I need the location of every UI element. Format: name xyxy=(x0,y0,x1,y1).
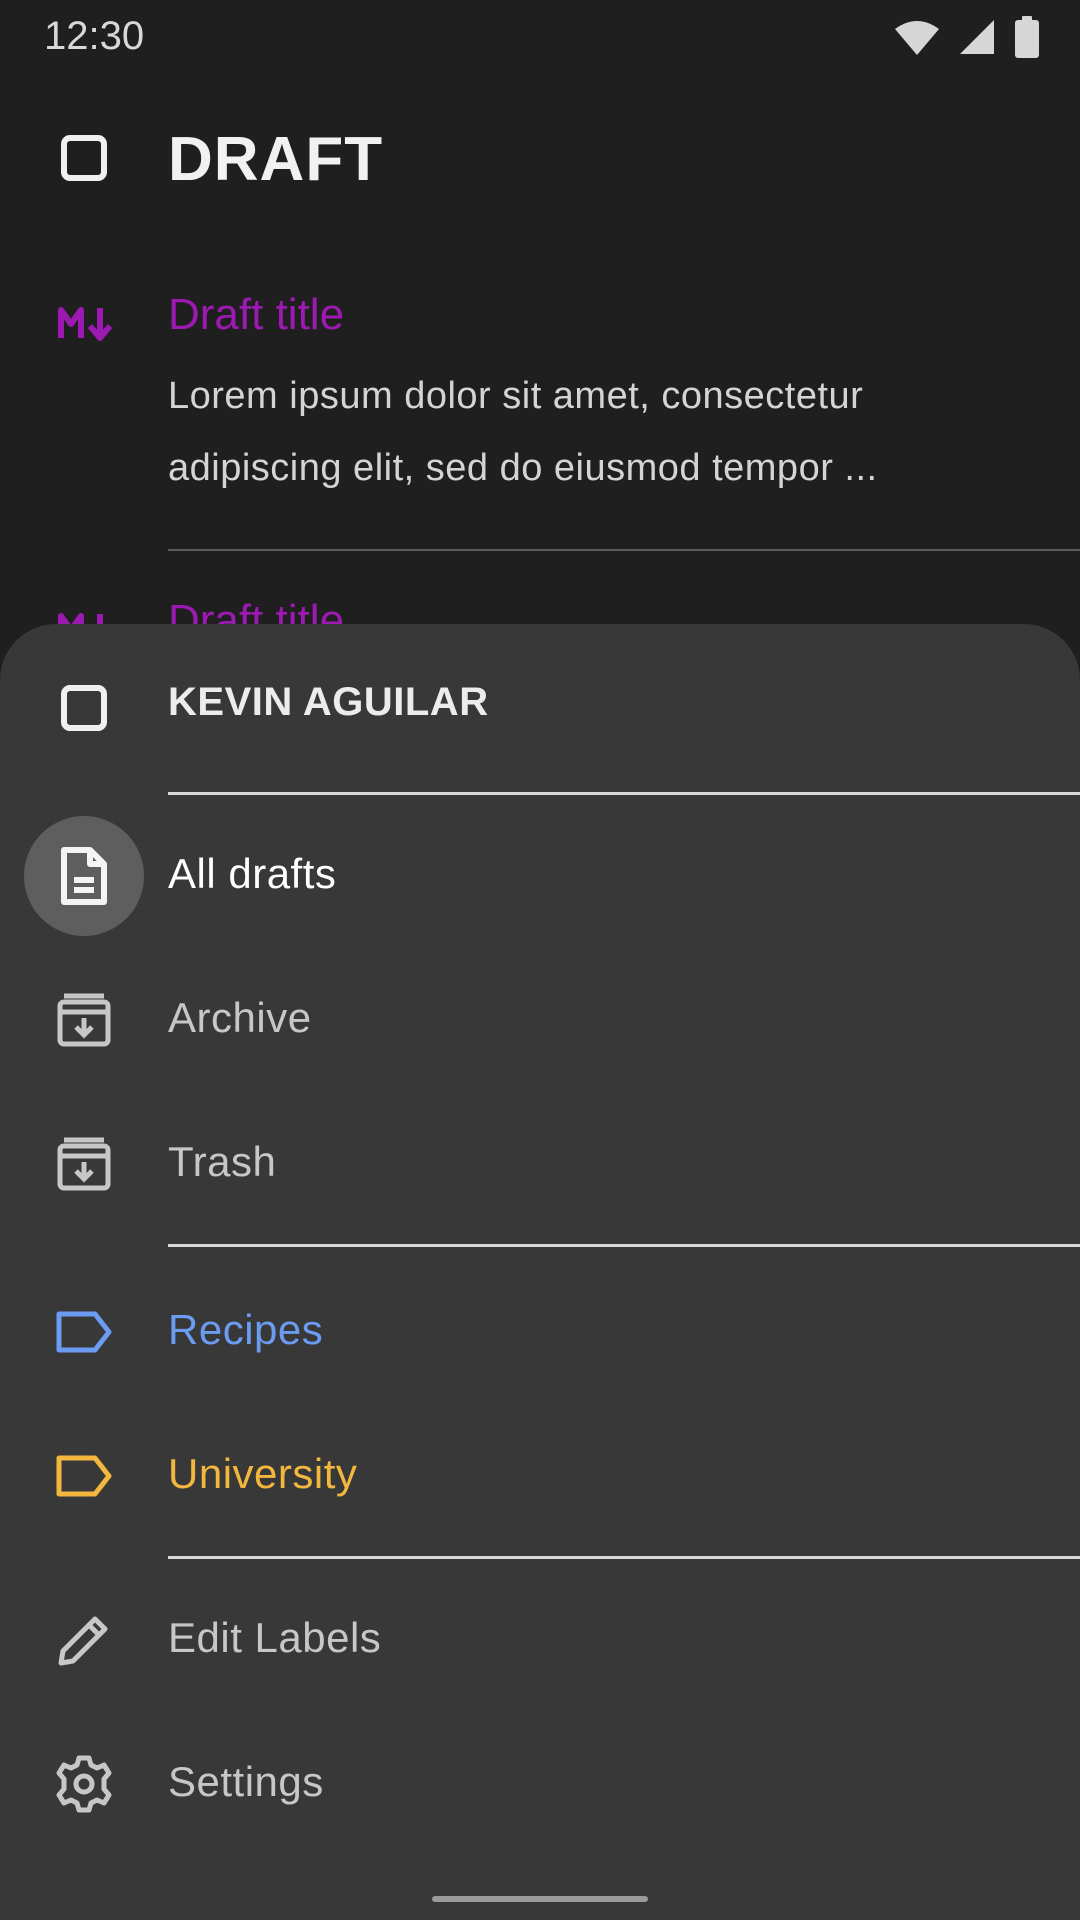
nav-item-label: University xyxy=(168,1450,358,1497)
nav-item-trash[interactable]: Trash xyxy=(0,1104,1080,1224)
nav-item-label: Trash xyxy=(168,1138,277,1185)
gear-icon xyxy=(24,1724,144,1844)
markdown-icon xyxy=(58,304,114,344)
nav-item-label: Edit Labels xyxy=(168,1614,382,1661)
label-icon xyxy=(24,1272,144,1392)
archive-icon xyxy=(24,960,144,1080)
checkbox-outline-icon[interactable] xyxy=(60,134,108,182)
nav-item-label: Settings xyxy=(168,1758,324,1805)
nav-item-edit-labels[interactable]: Edit Labels xyxy=(0,1580,1080,1700)
archive-icon xyxy=(24,1104,144,1224)
signal-icon xyxy=(958,18,996,56)
pencil-icon xyxy=(24,1580,144,1700)
nav-item-label: Recipes xyxy=(168,1306,324,1353)
status-bar: 12:30 xyxy=(0,0,1080,74)
draft-title: Draft title xyxy=(168,290,345,339)
draft-preview: Lorem ipsum dolor sit amet, consectetur … xyxy=(168,375,878,489)
page-title: DRAFT xyxy=(168,125,384,194)
home-indicator[interactable] xyxy=(432,1896,648,1902)
app-header: DRAFT xyxy=(0,110,1080,210)
divider xyxy=(168,1244,1080,1247)
label-icon xyxy=(24,1416,144,1536)
nav-item-label: All drafts xyxy=(168,850,337,897)
checkbox-outline-icon[interactable] xyxy=(60,684,108,732)
markdown-icon xyxy=(58,610,114,624)
nav-item-all-drafts[interactable]: All drafts xyxy=(0,816,1080,936)
status-time: 12:30 xyxy=(44,14,145,58)
navigation-drawer: KEVIN AGUILAR All drafts Archive Trash R… xyxy=(0,624,1080,1920)
nav-item-recipes[interactable]: Recipes xyxy=(0,1272,1080,1392)
divider xyxy=(168,792,1080,795)
divider xyxy=(168,549,1080,551)
divider xyxy=(168,1556,1080,1559)
battery-icon xyxy=(1014,16,1040,58)
nav-item-university[interactable]: University xyxy=(0,1416,1080,1536)
draft-list-item[interactable]: Draft title Lorem ipsum dolor sit amet, … xyxy=(0,290,1080,550)
app-screen: 12:30 DRAFT Draft title Lorem ipsum dolo… xyxy=(0,0,1080,1920)
status-icons xyxy=(894,16,1040,58)
draft-list-item[interactable]: Draft title xyxy=(0,600,1080,624)
nav-item-archive[interactable]: Archive xyxy=(0,960,1080,1080)
wifi-icon xyxy=(894,19,940,55)
account-name: KEVIN AGUILAR xyxy=(168,680,489,724)
nav-item-settings[interactable]: Settings xyxy=(0,1724,1080,1844)
draft-title: Draft title xyxy=(168,600,344,624)
document-icon xyxy=(24,816,144,936)
nav-item-label: Archive xyxy=(168,994,312,1041)
